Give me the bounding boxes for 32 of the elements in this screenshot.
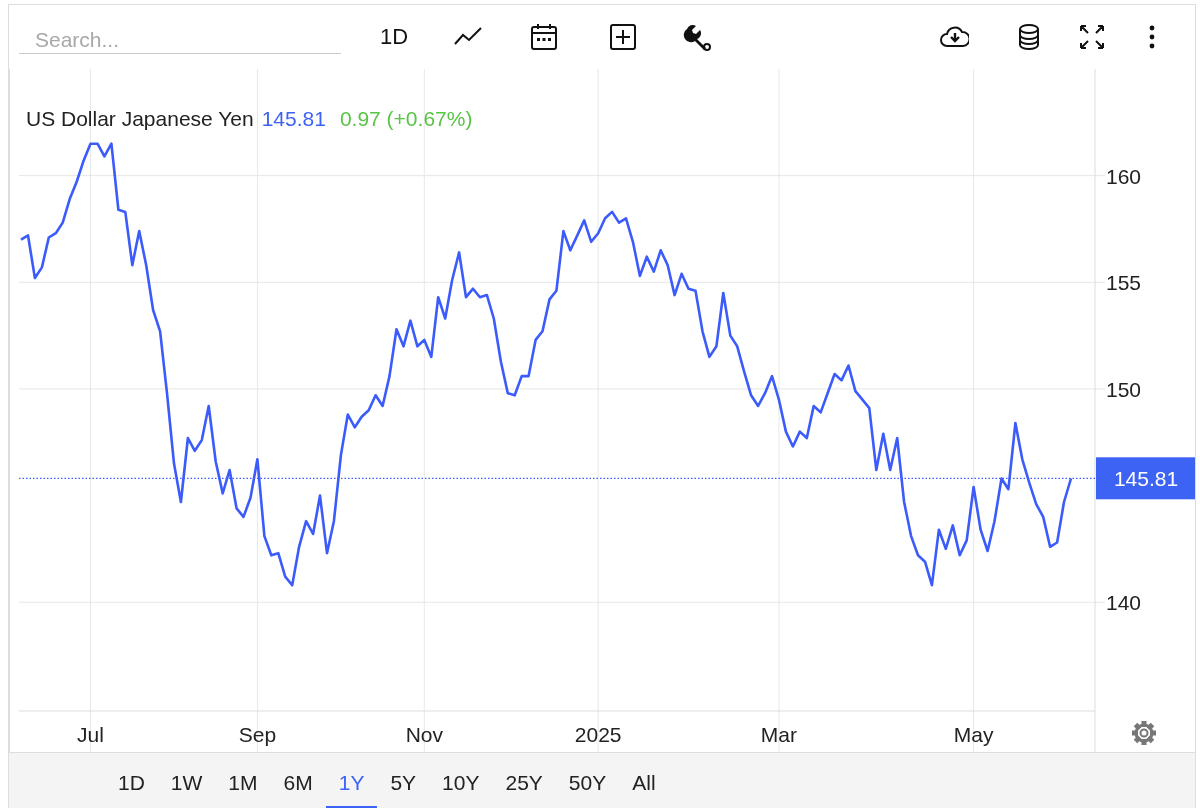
axis-label: 150 [1106,377,1142,401]
axis-label: 155 [1106,271,1142,295]
range-tab[interactable]: All [619,753,669,808]
price-change: 0.97 (+0.67%) [339,107,473,131]
range-tab[interactable]: 25Y [492,753,556,808]
axis-label: Jul [77,723,104,746]
wrench-icon [682,22,712,52]
range-tab[interactable]: 1W [157,753,216,808]
price-value: 145.81 [261,107,326,131]
axis-label: Mar [760,723,798,746]
range-tab[interactable]: 50Y [555,753,620,808]
add-icon [608,22,638,52]
range-tab[interactable]: 1Y [325,753,378,808]
fullscreen-icon [1077,22,1107,52]
range-tab[interactable]: 6M [270,753,326,808]
axis-label: 140 [1106,591,1142,615]
axis-label: Sep [238,723,277,746]
range-tab[interactable]: 1M [215,753,271,808]
calendar-icon [529,22,559,52]
last-price-tag: 145.81 [1096,457,1195,500]
range-tab[interactable]: 10Y [429,753,493,808]
range-tab[interactable]: 5Y [377,753,430,808]
more-icon [1149,25,1155,49]
axis-label: 160 [1106,164,1142,188]
axis-label: Nov [405,723,443,746]
search-field[interactable]: Search... [19,20,341,54]
interval-button[interactable]: 1D [374,17,414,57]
range-tab[interactable]: 1D [105,753,158,808]
axis-label: 2025 [574,723,622,746]
axis-label: May [953,723,994,746]
instrument-name: US Dollar Japanese Yen [26,107,254,131]
settings-icon[interactable] [1132,721,1156,745]
